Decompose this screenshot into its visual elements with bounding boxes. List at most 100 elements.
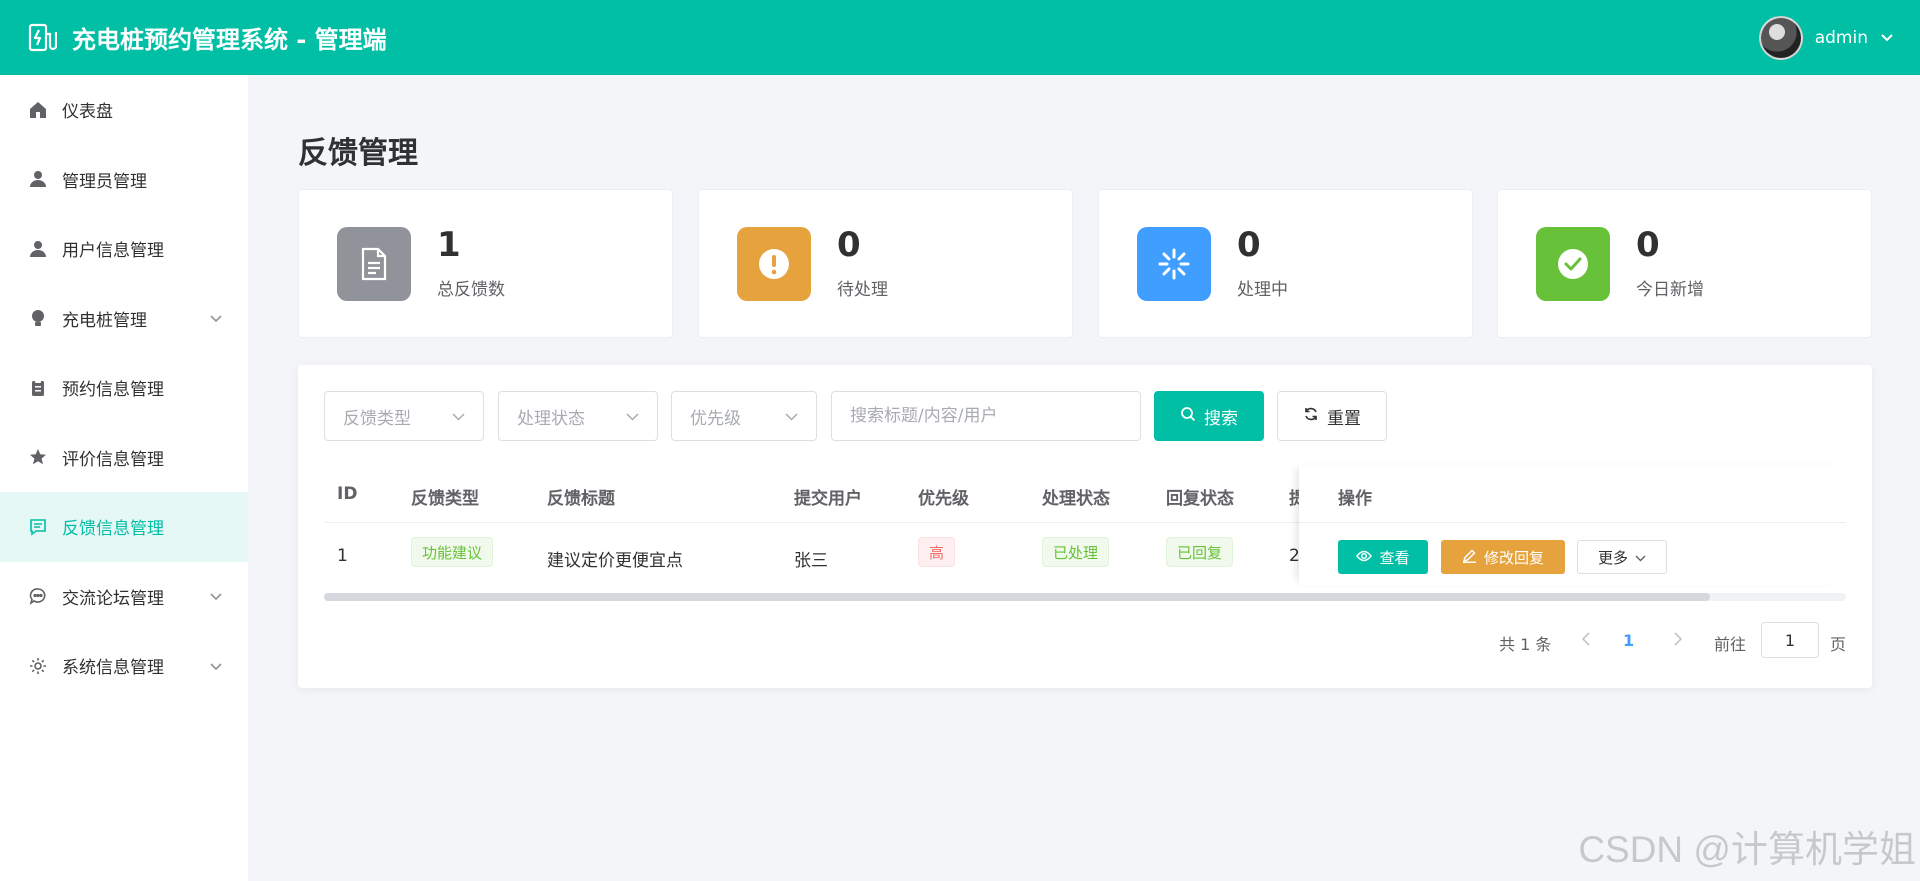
prev-page-button[interactable] bbox=[1581, 631, 1590, 650]
sidebar-item-reviews[interactable]: 评价信息管理 bbox=[0, 423, 248, 493]
sidebar-item-label: 预约信息管理 bbox=[62, 380, 164, 401]
gear-icon bbox=[28, 656, 48, 676]
next-page-button[interactable] bbox=[1674, 631, 1683, 650]
chevron-down-icon bbox=[452, 406, 465, 426]
sidebar-item-chargers[interactable]: 充电桩管理 bbox=[0, 284, 248, 354]
stat-value: 0 bbox=[837, 225, 861, 266]
pagination-total: 共 1 条 bbox=[1499, 635, 1552, 654]
chevron-down-icon bbox=[1880, 28, 1894, 48]
page-title: 反馈管理 bbox=[298, 136, 418, 171]
sidebar-item-admins[interactable]: 管理员管理 bbox=[0, 145, 248, 215]
column-header-user: 提交用户 bbox=[794, 489, 862, 509]
select-placeholder: 反馈类型 bbox=[343, 408, 411, 429]
home-icon bbox=[28, 100, 48, 120]
message-icon bbox=[28, 517, 48, 537]
column-header-reply: 回复状态 bbox=[1166, 489, 1234, 509]
cell-title: 建议定价更便宜点 bbox=[547, 551, 683, 571]
avatar[interactable] bbox=[1758, 15, 1803, 60]
sidebar-item-label: 反馈信息管理 bbox=[62, 519, 164, 540]
feedback-type-select[interactable]: 反馈类型 bbox=[324, 391, 484, 441]
watermark: CSDN @计算机学姐 bbox=[1578, 829, 1916, 870]
search-button[interactable]: 搜索 bbox=[1154, 391, 1264, 441]
more-button-label: 更多 bbox=[1597, 548, 1628, 567]
sidebar: 仪表盘 管理员管理 用户信息管理 充电桩管理 预约信息管理 评价信息管理 反馈信… bbox=[0, 75, 248, 881]
goto-prefix: 前往 bbox=[1714, 635, 1747, 654]
chevron-down-icon bbox=[210, 656, 222, 676]
feedback-panel: 反馈类型 处理状态 优先级 搜索 重置 ID 反馈类型 反馈标题 提交用户 优先… bbox=[298, 365, 1872, 688]
brand: 充电桩预约管理系统 - 管理端 bbox=[26, 20, 387, 55]
view-button[interactable]: 查看 bbox=[1338, 540, 1428, 574]
stat-card-total: 1 总反馈数 bbox=[298, 189, 673, 338]
sidebar-item-label: 仪表盘 bbox=[62, 102, 113, 123]
status-select[interactable]: 处理状态 bbox=[498, 391, 658, 441]
bulb-icon bbox=[28, 308, 48, 328]
goto-page-input[interactable] bbox=[1761, 622, 1819, 658]
sidebar-item-reservations[interactable]: 预约信息管理 bbox=[0, 353, 248, 423]
stat-value: 1 bbox=[437, 225, 461, 266]
eye-icon bbox=[1356, 548, 1373, 566]
status-tag: 已处理 bbox=[1042, 537, 1110, 567]
sidebar-item-label: 管理员管理 bbox=[62, 171, 147, 192]
select-placeholder: 处理状态 bbox=[517, 408, 585, 429]
stat-label: 总反馈数 bbox=[437, 279, 505, 300]
divider bbox=[1299, 522, 1846, 523]
stat-label: 处理中 bbox=[1237, 279, 1288, 300]
sidebar-item-users[interactable]: 用户信息管理 bbox=[0, 214, 248, 284]
sidebar-item-feedback[interactable]: 反馈信息管理 bbox=[0, 492, 248, 562]
search-input[interactable] bbox=[831, 391, 1141, 441]
more-dropdown[interactable]: 更多 bbox=[1577, 540, 1667, 574]
reset-button[interactable]: 重置 bbox=[1277, 391, 1387, 441]
document-icon bbox=[337, 226, 411, 301]
priority-tag: 高 bbox=[918, 537, 956, 567]
column-header-status: 处理状态 bbox=[1042, 489, 1110, 509]
charging-station-icon bbox=[26, 22, 58, 54]
check-icon bbox=[1536, 226, 1610, 301]
user-icon bbox=[28, 239, 48, 259]
chevron-down-icon bbox=[785, 406, 798, 426]
user-menu[interactable]: admin bbox=[1758, 15, 1894, 60]
reset-button-label: 重置 bbox=[1327, 408, 1361, 429]
sidebar-item-label: 系统信息管理 bbox=[62, 658, 164, 679]
user-name: admin bbox=[1814, 27, 1868, 48]
star-icon bbox=[28, 447, 48, 467]
goto-suffix: 页 bbox=[1830, 635, 1847, 654]
chat-icon bbox=[28, 586, 48, 606]
sidebar-item-label: 交流论坛管理 bbox=[62, 588, 164, 609]
column-header-actions: 操作 bbox=[1338, 489, 1372, 509]
cell-user: 张三 bbox=[794, 551, 828, 571]
search-icon bbox=[1180, 406, 1196, 427]
main-content: 反馈管理 1 总反馈数 0 待处理 0 处理中 0 今日新增 反馈类型 处理状态… bbox=[248, 75, 1920, 881]
column-header-priority: 优先级 bbox=[918, 489, 969, 509]
sidebar-item-dashboard[interactable]: 仪表盘 bbox=[0, 75, 248, 145]
sidebar-item-system[interactable]: 系统信息管理 bbox=[0, 631, 248, 701]
column-header-title: 反馈标题 bbox=[547, 489, 615, 509]
cell-id: 1 bbox=[337, 546, 348, 566]
loading-icon bbox=[1137, 226, 1211, 301]
edit-icon bbox=[1462, 548, 1477, 567]
stat-value: 0 bbox=[1636, 225, 1660, 266]
stat-card-processing: 0 处理中 bbox=[1098, 189, 1473, 338]
view-button-label: 查看 bbox=[1379, 548, 1410, 567]
column-header-id: ID bbox=[337, 484, 358, 504]
page-number-current[interactable]: 1 bbox=[1623, 631, 1634, 650]
sidebar-item-label: 评价信息管理 bbox=[62, 449, 164, 470]
chevron-left-icon bbox=[1581, 631, 1590, 650]
chevron-down-icon bbox=[626, 406, 639, 426]
type-tag: 功能建议 bbox=[411, 537, 494, 567]
edit-reply-button[interactable]: 修改回复 bbox=[1441, 540, 1565, 574]
clipboard-icon bbox=[28, 378, 48, 398]
stat-label: 今日新增 bbox=[1636, 279, 1704, 300]
top-bar: 充电桩预约管理系统 - 管理端 admin bbox=[0, 0, 1920, 75]
reply-tag: 已回复 bbox=[1166, 537, 1234, 567]
horizontal-scrollbar-thumb[interactable] bbox=[324, 593, 1710, 601]
stat-card-pending: 0 待处理 bbox=[698, 189, 1073, 338]
search-button-label: 搜索 bbox=[1204, 408, 1238, 429]
refresh-icon bbox=[1303, 406, 1319, 427]
priority-select[interactable]: 优先级 bbox=[671, 391, 817, 441]
select-placeholder: 优先级 bbox=[690, 408, 741, 429]
sidebar-item-label: 充电桩管理 bbox=[62, 310, 147, 331]
column-header-type: 反馈类型 bbox=[411, 489, 479, 509]
sidebar-item-forum[interactable]: 交流论坛管理 bbox=[0, 562, 248, 632]
app-title: 充电桩预约管理系统 - 管理端 bbox=[72, 26, 387, 54]
user-icon bbox=[28, 169, 48, 189]
